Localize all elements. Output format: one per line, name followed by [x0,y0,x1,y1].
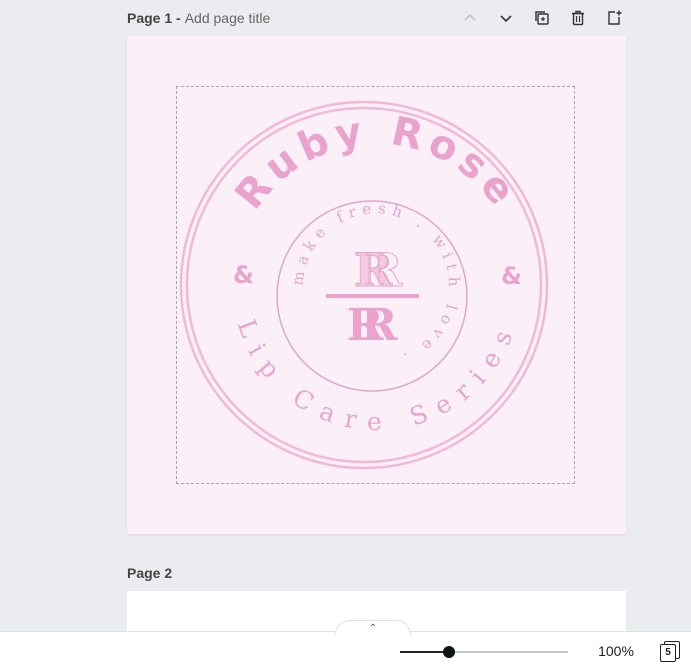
footer-bar [0,631,691,672]
collapse-pages-button[interactable]: ⌃ [335,620,411,635]
page-1-canvas[interactable]: Ruby Rose Lip Care Series make fresh . w… [127,36,626,534]
page-count-badge: 5 [660,644,676,662]
chevron-down-icon [500,15,512,23]
right-ampersand: & [501,262,522,290]
page-title-placeholder[interactable]: Add page title [185,10,271,26]
page-toolbar [458,6,626,30]
left-ampersand: & [233,261,254,289]
page-2-header: Page 2 [127,560,626,586]
page-number-label: Page 1 - [127,10,181,26]
move-page-up-button[interactable] [458,6,482,30]
page-count-button[interactable]: 5 [660,641,682,663]
page-number-label: Page 2 [127,565,173,581]
zoom-slider-handle[interactable] [443,646,455,658]
duplicate-page-icon [535,11,549,25]
add-page-icon [608,10,622,25]
monogram-bottom-overlay: R [361,300,398,351]
page-1-header: Page 1 - Add page title [127,5,626,31]
chevron-up-icon [464,13,476,21]
ruby-rose-logo[interactable]: Ruby Rose Lip Care Series make fresh . w… [127,36,626,534]
page-2-title[interactable]: Page 2 [127,565,172,581]
zoom-slider[interactable] [400,646,568,658]
add-page-button[interactable] [602,6,626,30]
monogram-top-overlay: R [364,243,403,297]
page-1-title[interactable]: Page 1 - Add page title [127,10,270,26]
delete-page-button[interactable] [566,6,590,30]
monogram-divider [326,294,419,298]
zoom-level-button[interactable]: 100% [592,643,640,659]
trash-icon [572,10,584,26]
duplicate-page-button[interactable] [530,6,554,30]
move-page-down-button[interactable] [494,6,518,30]
zoom-slider-fill [400,651,449,653]
chevron-up-small-icon: ⌃ [368,622,378,634]
